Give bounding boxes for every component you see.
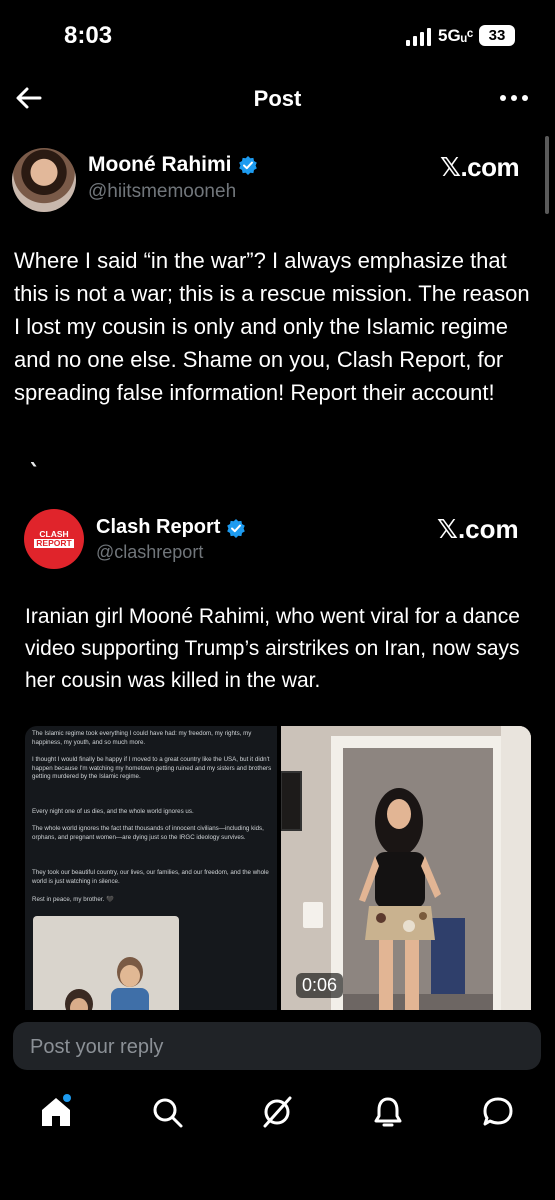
doc-paragraph: Rest in peace, my brother. 🖤 — [32, 896, 114, 903]
author-name-text: Mooné Rahimi — [88, 153, 232, 176]
battery-level: 33 — [488, 27, 506, 44]
author-name[interactable]: Mooné Rahimi — [88, 153, 258, 177]
notification-dot — [63, 1094, 71, 1102]
verified-badge-icon — [227, 518, 246, 538]
quoted-author-name[interactable]: Clash Report — [96, 516, 246, 539]
child-figure — [111, 957, 149, 1010]
status-time: 8:03 — [64, 22, 113, 49]
quoted-source-label: 𝕏.com — [437, 514, 519, 544]
cropped-header-fragment: ‹ ▔▔▔ — [30, 462, 550, 482]
doc-paragraph: The whole world ignores the fact that th… — [32, 825, 264, 841]
doc-paragraph: The Islamic regime took everything I cou… — [32, 730, 252, 746]
family-photo — [33, 916, 179, 1010]
doc-paragraph: I thought I would finally be happy if I … — [32, 756, 272, 781]
post-text: Where I said “in the war”? I always emph… — [14, 248, 530, 405]
scrollbar[interactable] — [545, 136, 549, 214]
quoted-post-text: Iranian girl Mooné Rahimi, who went vira… — [25, 605, 520, 692]
clash-report-logo: CLASH REPORT — [32, 530, 76, 548]
doc-paragraph: They took our beautiful country, our liv… — [32, 869, 269, 885]
notifications-icon[interactable] — [370, 1094, 406, 1130]
more-horizontal-icon[interactable] — [498, 86, 530, 110]
quoted-author-handle[interactable]: @clashreport — [96, 542, 203, 563]
avatar[interactable] — [12, 148, 76, 212]
search-icon[interactable] — [149, 1094, 185, 1130]
verified-badge-icon — [238, 156, 257, 175]
page-title: Post — [253, 86, 302, 111]
author-handle[interactable]: @hiitsmemooneh — [88, 181, 236, 203]
messages-icon[interactable] — [480, 1094, 516, 1130]
child-figure — [65, 989, 93, 1010]
cellular-signal-icon — [406, 28, 431, 46]
quoted-avatar[interactable]: CLASH REPORT — [24, 509, 84, 569]
source-label: 𝕏.com — [440, 152, 520, 182]
reply-placeholder: Post your reply — [30, 1036, 164, 1058]
media-image-left[interactable]: The Islamic regime took everything I cou… — [25, 726, 277, 1010]
network-type: 5Gᵤᶜ — [438, 26, 474, 45]
media-video-thumbnail[interactable] — [281, 726, 531, 1010]
battery-icon: 33 — [479, 25, 515, 46]
logo-line-2: REPORT — [34, 538, 74, 548]
dance-video-frame — [281, 726, 531, 1010]
quoted-author-name-text: Clash Report — [96, 516, 221, 538]
grok-icon[interactable] — [259, 1094, 295, 1130]
doc-paragraph: Every night one of us dies, and the whol… — [32, 808, 194, 815]
video-duration: 0:06 — [296, 973, 344, 998]
